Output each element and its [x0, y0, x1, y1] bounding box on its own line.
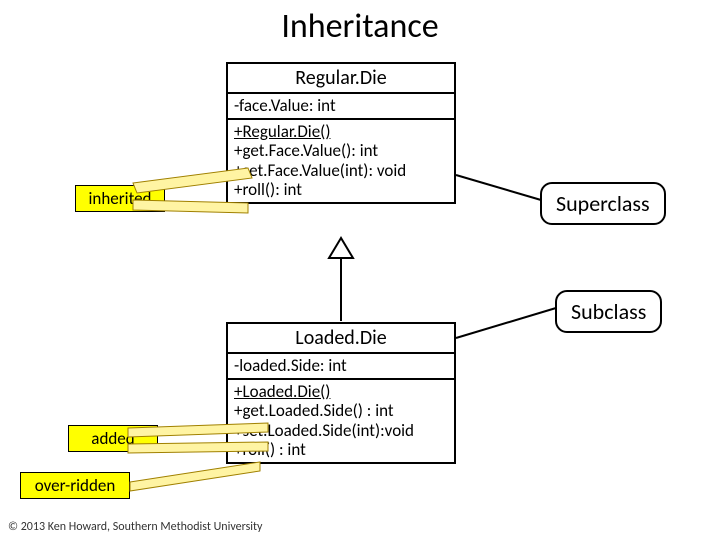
op-line: +Loaded.Die()	[234, 382, 448, 402]
page-title: Inheritance	[0, 6, 720, 47]
class-ops-superclass: +Regular.Die() +get.Face.Value(): int +s…	[228, 120, 454, 202]
generalization-arrow	[329, 238, 353, 321]
connector-superclass	[456, 175, 541, 200]
callout-overridden	[130, 462, 260, 491]
uml-class-superclass: Regular.Die -face.Value: int +Regular.Di…	[226, 62, 456, 204]
op-line: +get.Face.Value(): int	[234, 141, 448, 161]
op-line: +get.Loaded.Side() : int	[234, 401, 448, 421]
class-attrs-superclass: -face.Value: int	[228, 94, 454, 120]
class-ops-subclass: +Loaded.Die() +get.Loaded.Side() : int +…	[228, 380, 454, 462]
attr-line: -loaded.Side: int	[234, 356, 448, 376]
op-line: +roll(): int	[234, 180, 448, 200]
footer-text: © 2013 Ken Howard, Southern Methodist Un…	[8, 520, 262, 534]
label-superclass: Superclass	[540, 182, 666, 225]
label-added: added	[68, 425, 158, 452]
label-subclass: Subclass	[555, 290, 662, 333]
label-overridden: over-ridden	[20, 472, 130, 499]
op-line: +set.Face.Value(int): void	[234, 161, 448, 181]
attr-line: -face.Value: int	[234, 96, 448, 116]
class-name-superclass: Regular.Die	[228, 64, 454, 94]
uml-class-subclass: Loaded.Die -loaded.Side: int +Loaded.Die…	[226, 322, 456, 464]
label-inherited: inherited	[75, 185, 165, 212]
class-attrs-subclass: -loaded.Side: int	[228, 354, 454, 380]
op-line: +roll() : int	[234, 440, 448, 460]
connector-subclass	[456, 308, 556, 338]
op-line: +set.Loaded.Side(int):void	[234, 421, 448, 441]
op-line: +Regular.Die()	[234, 122, 448, 142]
class-name-subclass: Loaded.Die	[228, 324, 454, 354]
